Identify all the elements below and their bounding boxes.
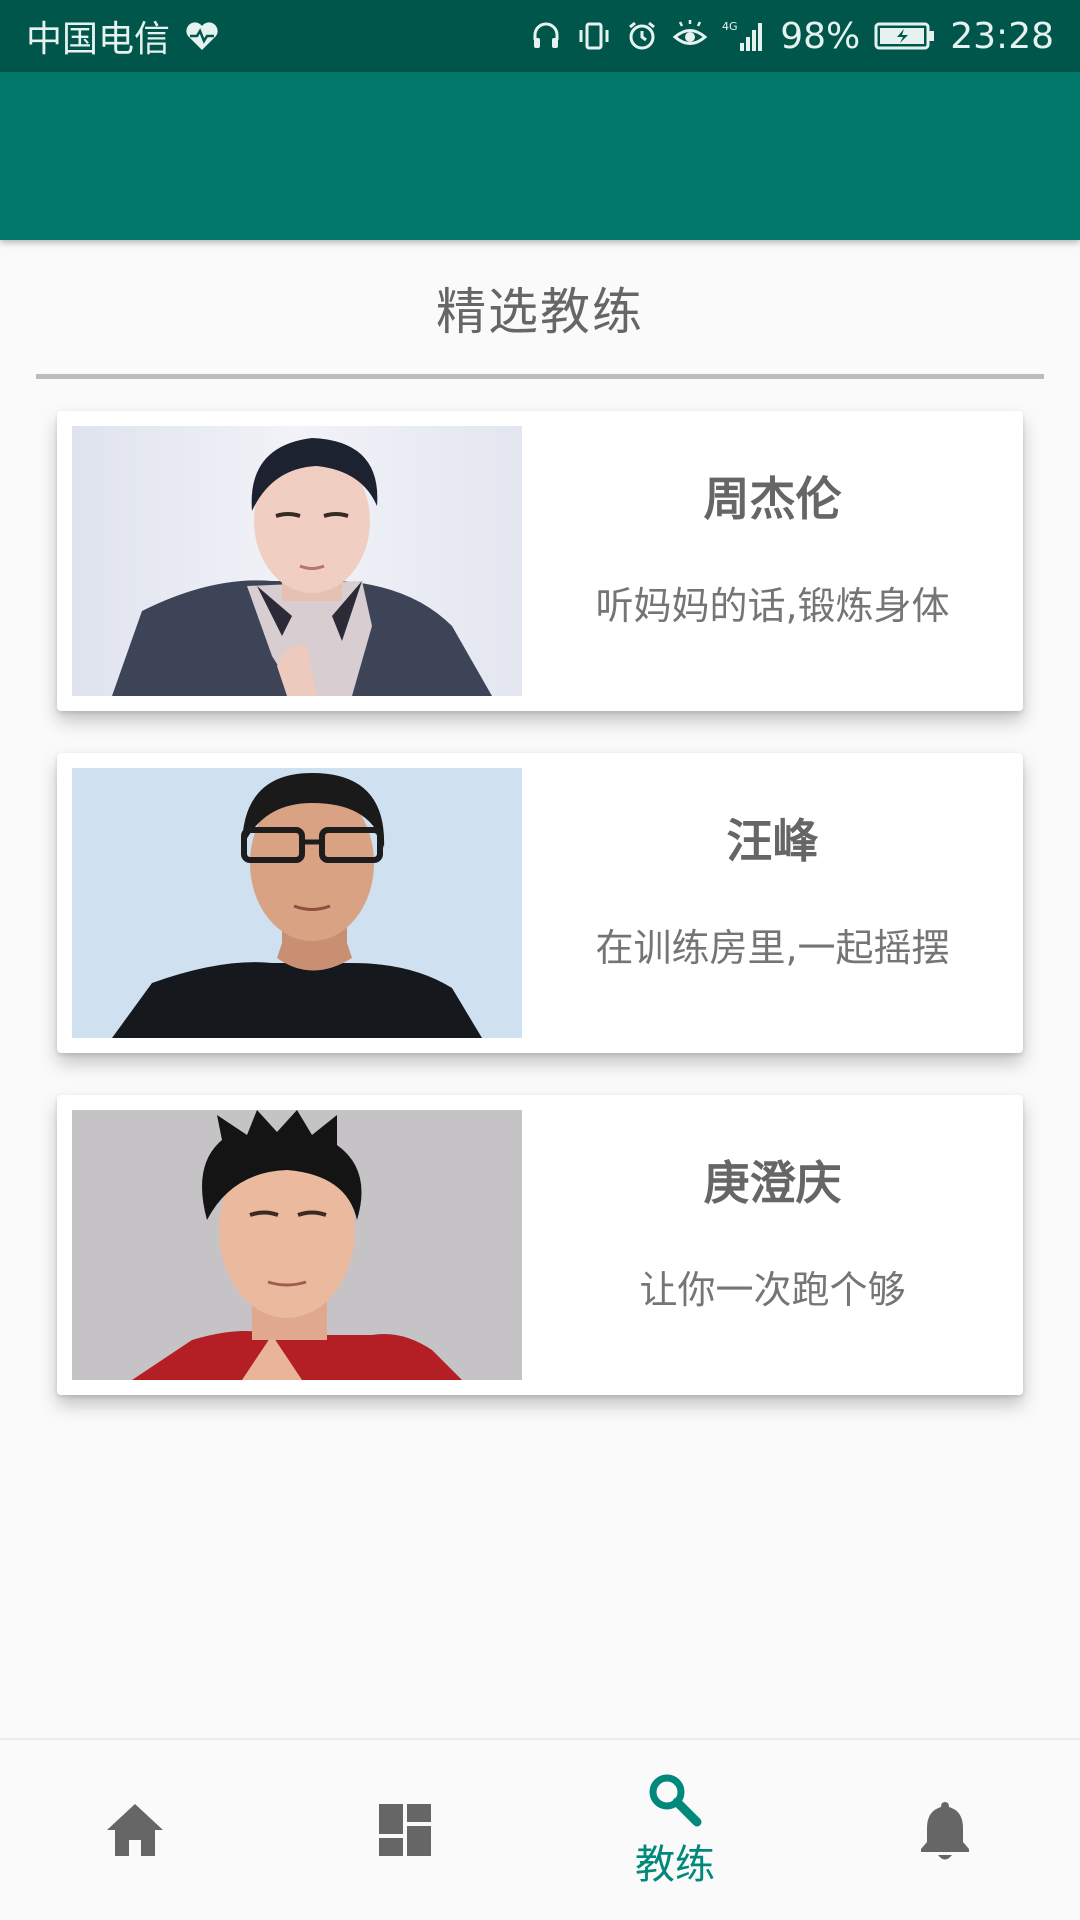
signal-icon: 4G <box>722 19 766 53</box>
home-icon <box>103 1800 167 1860</box>
bottom-navigation: 教练 <box>0 1738 1080 1920</box>
battery-icon <box>874 21 936 51</box>
app-bar <box>0 72 1080 240</box>
bell-icon <box>917 1798 973 1862</box>
coach-info: 汪峰 在训练房里,一起摇摆 <box>522 753 1023 1053</box>
coach-name: 汪峰 <box>726 813 819 868</box>
clock: 23:28 <box>950 15 1054 57</box>
coach-motto: 让你一次跑个够 <box>639 1267 906 1312</box>
coach-name: 周杰伦 <box>703 471 842 526</box>
coach-photo <box>72 426 522 696</box>
carrier-name: 中国电信 <box>26 19 171 60</box>
coach-list: 周杰伦 听妈妈的话,锻炼身体 汪峰 在训练房里,一起摇摆 庚澄庆 让你一次跑个够 <box>36 380 1044 1440</box>
nav-item-notifications[interactable] <box>810 1740 1080 1920</box>
nav-item-coach[interactable]: 教练 <box>540 1740 810 1920</box>
vibrate-icon <box>576 20 612 52</box>
nav-item-home[interactable] <box>0 1740 270 1920</box>
heart-rate-icon <box>184 20 220 52</box>
eye-comfort-icon <box>672 20 708 52</box>
search-icon <box>645 1770 705 1828</box>
coach-info: 周杰伦 听妈妈的话,锻炼身体 <box>522 411 1023 711</box>
nav-item-dashboard[interactable] <box>270 1740 540 1920</box>
coach-motto: 在训练房里,一起摇摆 <box>595 925 950 970</box>
status-bar: 中国电信 4G 98% 23:28 <box>0 0 1080 72</box>
coach-photo <box>72 1110 522 1380</box>
battery-percent: 98% <box>780 15 861 57</box>
section-divider <box>36 374 1044 379</box>
coach-name: 庚澄庆 <box>703 1155 842 1210</box>
coach-motto: 听妈妈的话,锻炼身体 <box>595 583 950 628</box>
coach-photo <box>72 768 522 1038</box>
nav-label-coach: 教练 <box>635 1842 715 1888</box>
headphones-icon <box>530 20 562 52</box>
network-type-label: 4G <box>722 20 738 33</box>
alarm-icon <box>626 20 658 52</box>
section-title: 精选教练 <box>436 283 644 341</box>
coach-card[interactable]: 庚澄庆 让你一次跑个够 <box>57 1095 1023 1395</box>
coach-card[interactable]: 汪峰 在训练房里,一起摇摆 <box>57 753 1023 1053</box>
coach-card[interactable]: 周杰伦 听妈妈的话,锻炼身体 <box>57 411 1023 711</box>
coach-info: 庚澄庆 让你一次跑个够 <box>522 1095 1023 1395</box>
dashboard-icon <box>375 1800 435 1860</box>
